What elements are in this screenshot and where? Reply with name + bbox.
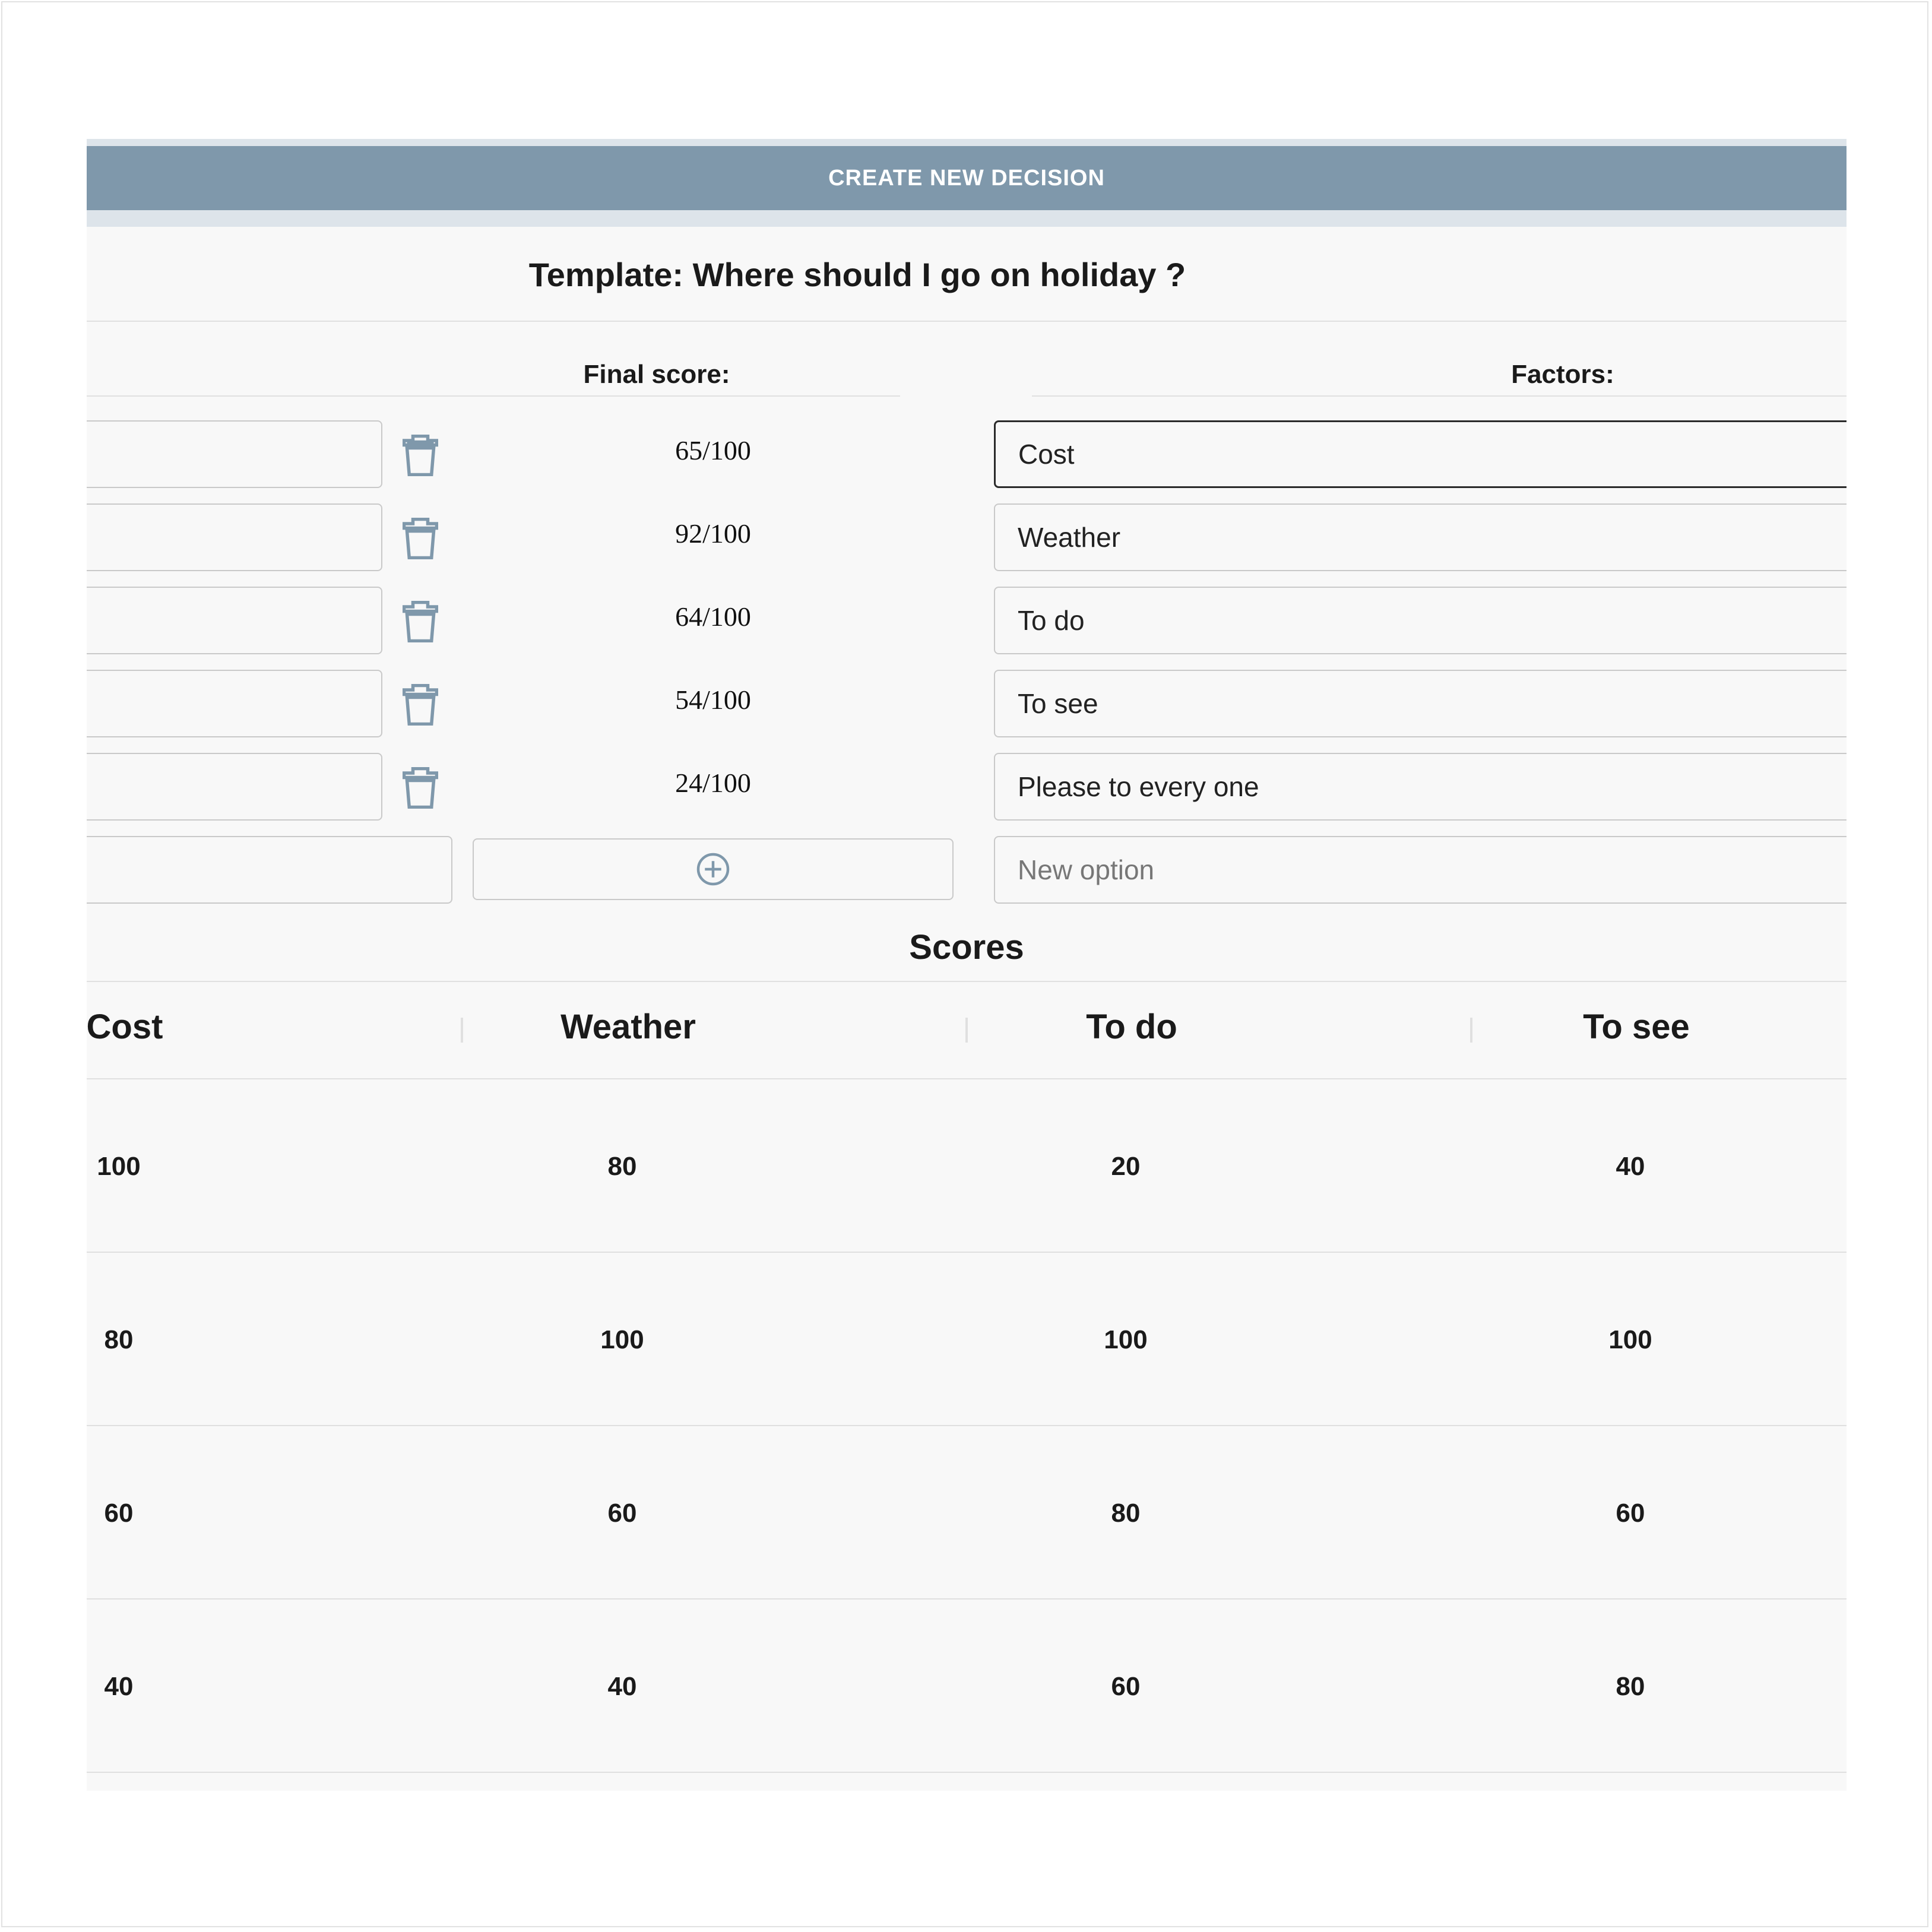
header-band: CREATE NEW DECISION <box>87 139 1847 227</box>
create-new-decision-button[interactable]: CREATE NEW DECISION <box>87 146 1847 210</box>
new-option-input[interactable] <box>994 836 1847 904</box>
score-cell[interactable]: 100 <box>1001 1325 1250 1355</box>
score-cell[interactable]: 100 <box>1506 1325 1755 1355</box>
column-header[interactable]: Cost <box>87 1007 249 1047</box>
column-separator <box>461 1018 463 1043</box>
trash-icon[interactable] <box>403 767 438 809</box>
trash-icon[interactable] <box>403 684 438 726</box>
score-cell[interactable]: 60 <box>1506 1499 1755 1528</box>
factor-input[interactable] <box>994 753 1847 821</box>
score-cell[interactable]: 80 <box>1506 1672 1755 1702</box>
option-name-input[interactable] <box>87 587 382 654</box>
factor-input[interactable] <box>994 503 1847 571</box>
factor-input[interactable] <box>994 587 1847 654</box>
new-option-name-input[interactable] <box>87 836 452 904</box>
option-name-input[interactable] <box>87 753 382 821</box>
column-header[interactable]: Weather <box>503 1007 753 1047</box>
score-cell[interactable]: 100 <box>87 1152 243 1182</box>
option-name-input[interactable] <box>87 503 382 571</box>
row-divider <box>87 1425 1847 1426</box>
final-score-value: 65/100 <box>675 435 751 465</box>
row-divider <box>87 1772 1847 1773</box>
table-header-divider <box>87 1078 1847 1079</box>
score-cell[interactable]: 20 <box>1001 1152 1250 1182</box>
score-cell[interactable]: 60 <box>87 1499 243 1528</box>
score-cell[interactable]: 40 <box>1506 1152 1755 1182</box>
divider <box>87 321 1847 322</box>
option-name-input[interactable] <box>87 420 382 488</box>
final-score-heading: Final score: <box>583 360 730 389</box>
final-score-value: 54/100 <box>675 685 751 715</box>
factor-input[interactable] <box>994 420 1847 488</box>
factors-underline <box>1032 395 1847 397</box>
trash-icon[interactable] <box>403 518 438 559</box>
trash-icon[interactable] <box>403 435 438 476</box>
row-divider <box>87 1598 1847 1600</box>
score-cell[interactable]: 60 <box>498 1499 747 1528</box>
final-score-underline <box>87 395 900 397</box>
row-divider <box>87 1252 1847 1253</box>
option-name-input[interactable] <box>87 670 382 737</box>
score-cell[interactable]: 40 <box>87 1672 243 1702</box>
factors-heading: Factors: <box>1511 360 1614 389</box>
column-separator <box>965 1018 968 1043</box>
score-cell[interactable]: 80 <box>498 1152 747 1182</box>
final-score-value: 92/100 <box>675 518 751 549</box>
score-cell[interactable]: 100 <box>498 1325 747 1355</box>
trash-icon[interactable] <box>403 601 438 642</box>
score-cell[interactable]: 80 <box>87 1325 243 1355</box>
add-option-button[interactable] <box>473 838 954 900</box>
final-score-value: 24/100 <box>675 768 751 798</box>
plus-circle-icon <box>696 853 730 886</box>
column-separator <box>1470 1018 1472 1043</box>
score-cell[interactable]: 80 <box>1001 1499 1250 1528</box>
column-header[interactable]: To see <box>1512 1007 1761 1047</box>
scores-title: Scores <box>909 928 1024 967</box>
decision-panel: CREATE NEW DECISION Template: Where shou… <box>87 139 1847 1791</box>
factor-input[interactable] <box>994 670 1847 737</box>
score-cell[interactable]: 40 <box>498 1672 747 1702</box>
score-cell[interactable]: 60 <box>1001 1672 1250 1702</box>
final-score-value: 64/100 <box>675 601 751 632</box>
template-title: Template: Where should I go on holiday ? <box>528 256 1186 293</box>
divider <box>87 981 1847 982</box>
column-header[interactable]: To do <box>1007 1007 1256 1047</box>
